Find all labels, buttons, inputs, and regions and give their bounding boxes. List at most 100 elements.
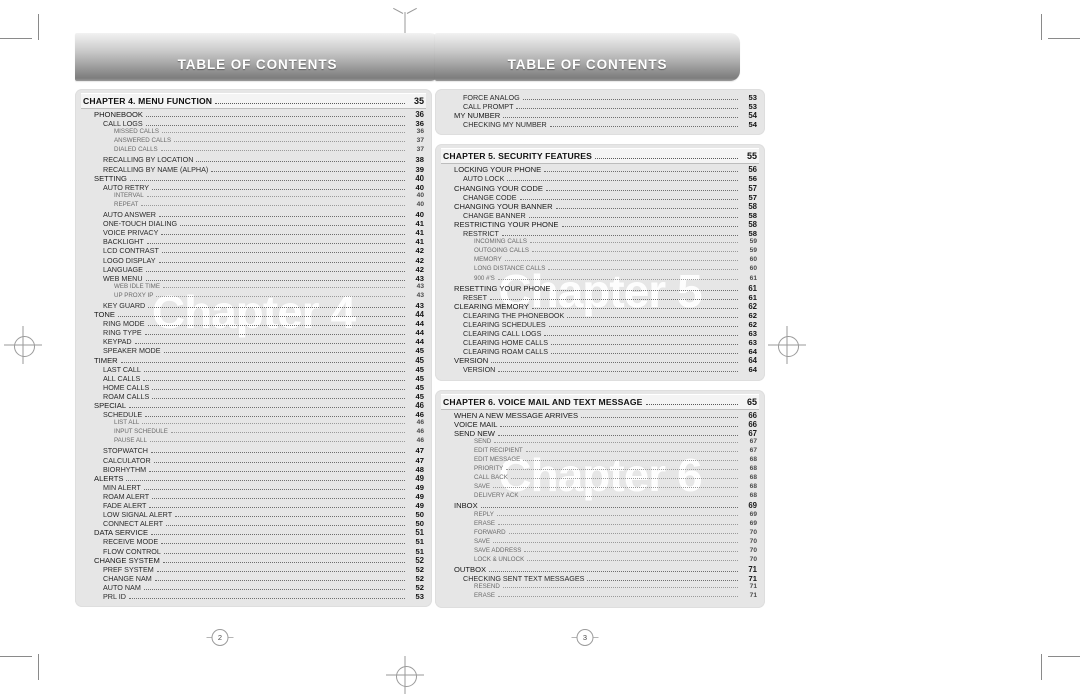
toc-entry[interactable]: WHEN A NEW MESSAGE ARRIVES 66 [443,411,757,420]
toc-entry[interactable]: CHECKING MY NUMBER 54 [443,120,757,129]
toc-entry[interactable]: CONNECT ALERT 50 [83,519,424,528]
toc-entry[interactable]: RECALLING BY NAME (ALPHA) 39 [83,165,424,174]
toc-entry[interactable]: RING MODE 44 [83,319,424,328]
toc-entry[interactable]: INTERVAL 40 [83,192,424,201]
toc-entry[interactable]: SAVE 70 [443,538,757,547]
toc-entry[interactable]: INCOMING CALLS 59 [443,238,757,247]
toc-entry[interactable]: SAVE 68 [443,483,757,492]
toc-entry[interactable]: CHANGING YOUR BANNER 58 [443,202,757,211]
toc-entry[interactable]: CHANGE NAM 52 [83,574,424,583]
toc-entry[interactable]: WEB MENU 43 [83,274,424,283]
toc-entry[interactable]: VOICE MAIL 66 [443,420,757,429]
toc-entry[interactable]: WEB IDLE TIME 43 [83,283,424,292]
toc-entry[interactable]: ANSWERED CALLS 37 [83,137,424,146]
toc-entry[interactable]: TIMER 45 [83,356,424,365]
toc-entry[interactable]: RESEND 71 [443,583,757,592]
toc-entry[interactable]: DELIVERY ACK 68 [443,492,757,501]
toc-entry[interactable]: LIST ALL 46 [83,419,424,428]
toc-entry[interactable]: CHANGE CODE 57 [443,193,757,202]
toc-entry[interactable]: RESETTING YOUR PHONE 61 [443,284,757,293]
toc-entry[interactable]: RESET 61 [443,293,757,302]
toc-entry[interactable]: MIN ALERT 49 [83,483,424,492]
toc-entry[interactable]: SPEAKER MODE 45 [83,346,424,355]
toc-entry[interactable]: CALL PROMPT 53 [443,102,757,111]
toc-entry[interactable]: CALL LOGS 36 [83,119,424,128]
toc-entry[interactable]: DIALED CALLS 37 [83,146,424,155]
toc-entry[interactable]: TONE 44 [83,310,424,319]
toc-entry[interactable]: LAST CALL 45 [83,365,424,374]
toc-entry[interactable]: VERSION 64 [443,365,757,374]
toc-entry[interactable]: OUTGOING CALLS 59 [443,247,757,256]
toc-entry[interactable]: EDIT MESSAGE 68 [443,456,757,465]
toc-entry[interactable]: ROAM ALERT 49 [83,492,424,501]
toc-entry[interactable]: AUTO ANSWER 40 [83,210,424,219]
toc-entry[interactable]: AUTO RETRY 40 [83,183,424,192]
toc-entry[interactable]: CHANGING YOUR CODE 57 [443,184,757,193]
toc-entry[interactable]: CLEARING MEMORY 62 [443,302,757,311]
toc-entry[interactable]: FADE ALERT 49 [83,501,424,510]
toc-entry[interactable]: CLEARING THE PHONEBOOK 62 [443,311,757,320]
toc-entry[interactable]: REPEAT 40 [83,201,424,210]
toc-entry[interactable]: SEND NEW 67 [443,429,757,438]
toc-entry[interactable]: ERASE 69 [443,520,757,529]
toc-entry[interactable]: BIORHYTHM 48 [83,465,424,474]
toc-entry[interactable]: CLEARING HOME CALLS 63 [443,338,757,347]
toc-entry[interactable]: VOICE PRIVACY 41 [83,228,424,237]
toc-entry[interactable]: BACKLIGHT 41 [83,237,424,246]
toc-entry[interactable]: ONE-TOUCH DIALING 41 [83,219,424,228]
toc-entry[interactable]: RECALLING BY LOCATION 38 [83,155,424,164]
toc-entry[interactable]: MEMORY 60 [443,256,757,265]
toc-entry[interactable]: EDIT RECIPIENT 67 [443,447,757,456]
toc-entry[interactable]: RECEIVE MODE 51 [83,537,424,546]
toc-entry[interactable]: MISSED CALLS 36 [83,128,424,137]
toc-entry[interactable]: PHONEBOOK 36 [83,110,424,119]
toc-entry[interactable]: OUTBOX 71 [443,565,757,574]
toc-entry[interactable]: CALL BACK 68 [443,474,757,483]
toc-entry[interactable]: SPECIAL 46 [83,401,424,410]
toc-entry[interactable]: CLEARING SCHEDULES 62 [443,320,757,329]
toc-entry[interactable]: LANGUAGE 42 [83,265,424,274]
toc-entry[interactable]: ERASE 71 [443,592,757,601]
toc-entry[interactable]: CLEARING CALL LOGS 63 [443,329,757,338]
toc-entry[interactable]: PAUSE ALL 46 [83,437,424,446]
toc-entry[interactable]: ROAM CALLS 45 [83,392,424,401]
toc-entry[interactable]: VERSION 64 [443,356,757,365]
toc-entry[interactable]: CHANGE BANNER 58 [443,211,757,220]
toc-entry[interactable]: SEND 67 [443,438,757,447]
toc-entry[interactable]: LOCK & UNLOCK 70 [443,556,757,565]
toc-entry[interactable]: STOPWATCH 47 [83,446,424,455]
toc-entry[interactable]: FORCE ANALOG 53 [443,93,757,102]
toc-entry[interactable]: KEY GUARD 43 [83,301,424,310]
toc-entry[interactable]: RESTRICT 58 [443,229,757,238]
toc-entry[interactable]: CHECKING SENT TEXT MESSAGES 71 [443,574,757,583]
toc-chapter-heading[interactable]: CHAPTER 6. VOICE MAIL AND TEXT MESSAGE 65 [441,393,759,410]
toc-entry[interactable]: CLEARING ROAM CALLS 64 [443,347,757,356]
toc-chapter-heading[interactable]: CHAPTER 4. MENU FUNCTION 35 [81,93,426,109]
toc-entry[interactable]: CALCULATOR 47 [83,456,424,465]
toc-entry[interactable]: SCHEDULE 46 [83,410,424,419]
toc-entry[interactable]: SETTING 40 [83,174,424,183]
toc-entry[interactable]: RESTRICTING YOUR PHONE 58 [443,220,757,229]
toc-entry[interactable]: CHANGE SYSTEM 52 [83,556,424,565]
toc-entry[interactable]: LCD CONTRAST 42 [83,246,424,255]
toc-entry[interactable]: LOW SIGNAL ALERT 50 [83,510,424,519]
toc-entry[interactable]: LOGO DISPLAY 42 [83,256,424,265]
toc-entry[interactable]: INBOX 69 [443,501,757,510]
toc-entry[interactable]: FLOW CONTROL 51 [83,547,424,556]
toc-entry[interactable]: AUTO NAM 52 [83,583,424,592]
toc-entry[interactable]: ALERTS 49 [83,474,424,483]
toc-entry[interactable]: FORWARD 70 [443,529,757,538]
toc-entry[interactable]: SAVE ADDRESS 70 [443,547,757,556]
toc-entry[interactable]: UP PROXY IP 43 [83,292,424,301]
toc-entry[interactable]: ALL CALLS 45 [83,374,424,383]
toc-entry[interactable]: INPUT SCHEDULE 46 [83,428,424,437]
toc-entry[interactable]: HOME CALLS 45 [83,383,424,392]
toc-chapter-heading[interactable]: CHAPTER 5. SECURITY FEATURES 55 [441,148,759,165]
toc-entry[interactable]: PRIORITY 68 [443,465,757,474]
toc-entry[interactable]: LOCKING YOUR PHONE 56 [443,165,757,174]
toc-entry[interactable]: 900 #'S 61 [443,275,757,284]
toc-entry[interactable]: MY NUMBER 54 [443,111,757,120]
toc-entry[interactable]: KEYPAD 44 [83,337,424,346]
toc-entry[interactable]: REPLY 69 [443,511,757,520]
toc-entry[interactable]: DATA SERVICE 51 [83,528,424,537]
